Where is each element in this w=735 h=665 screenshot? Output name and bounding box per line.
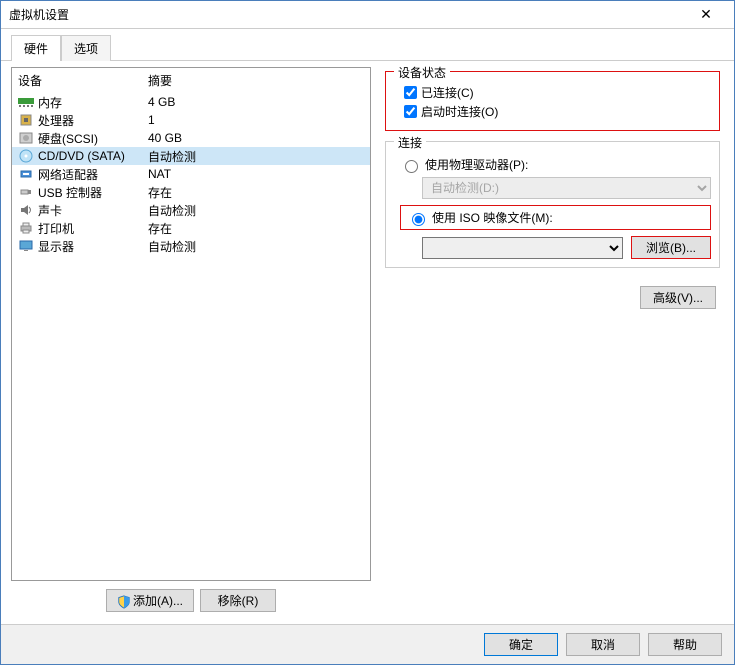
- use-physical-radio[interactable]: [405, 160, 418, 173]
- connect-on-start-label: 启动时连接(O): [421, 103, 498, 120]
- device-name: 打印机: [38, 220, 148, 237]
- use-physical-radio-row[interactable]: 使用物理驱动器(P):: [400, 156, 711, 173]
- browse-button[interactable]: 浏览(B)...: [631, 236, 711, 259]
- device-row[interactable]: CD/DVD (SATA)自动检测: [12, 147, 370, 165]
- connection-group: 连接 使用物理驱动器(P): 自动检测(D:) 使用 ISO 映像文件(M):: [385, 141, 720, 268]
- device-summary: 自动检测: [148, 202, 364, 219]
- device-state-group: 设备状态 已连接(C) 启动时连接(O): [385, 71, 720, 131]
- device-name: 硬盘(SCSI): [38, 130, 148, 147]
- memory-icon: [18, 94, 34, 110]
- device-summary: 自动检测: [148, 148, 364, 165]
- header-summary: 摘要: [148, 72, 172, 89]
- tab-hardware[interactable]: 硬件: [11, 35, 61, 61]
- device-name: 显示器: [38, 238, 148, 255]
- device-name: 声卡: [38, 202, 148, 219]
- iso-file-row: 浏览(B)...: [422, 236, 711, 259]
- iso-file-combo[interactable]: [422, 237, 623, 259]
- device-row[interactable]: 显示器自动检测: [12, 237, 370, 255]
- remove-button-label: 移除(R): [218, 594, 259, 608]
- device-summary: NAT: [148, 167, 364, 181]
- vm-settings-window: 虚拟机设置 ✕ 硬件 选项 设备 摘要 内存4 GB处理器1硬盘(SCSI)40…: [0, 0, 735, 665]
- use-iso-label: 使用 ISO 映像文件(M):: [432, 209, 553, 226]
- hardware-left-pane: 设备 摘要 内存4 GB处理器1硬盘(SCSI)40 GBCD/DVD (SAT…: [11, 67, 371, 616]
- cancel-button-label: 取消: [591, 638, 615, 652]
- advanced-button[interactable]: 高级(V)...: [640, 286, 716, 309]
- tab-content: 设备 摘要 内存4 GB处理器1硬盘(SCSI)40 GBCD/DVD (SAT…: [1, 60, 734, 624]
- help-button-label: 帮助: [673, 638, 697, 652]
- device-row[interactable]: 打印机存在: [12, 219, 370, 237]
- hardware-right-pane: 设备状态 已连接(C) 启动时连接(O) 连接 使用物理驱动器(P):: [381, 67, 724, 616]
- net-icon: [18, 166, 34, 182]
- device-row[interactable]: 内存4 GB: [12, 93, 370, 111]
- browse-button-label: 浏览(B)...: [646, 241, 696, 255]
- device-summary: 存在: [148, 220, 364, 237]
- device-row[interactable]: 网络适配器NAT: [12, 165, 370, 183]
- device-name: 网络适配器: [38, 166, 148, 183]
- use-physical-label: 使用物理驱动器(P):: [425, 156, 528, 173]
- dialog-button-bar: 确定 取消 帮助: [1, 624, 734, 664]
- advanced-button-label: 高级(V)...: [653, 291, 703, 305]
- device-row[interactable]: 声卡自动检测: [12, 201, 370, 219]
- use-iso-radio[interactable]: [412, 213, 425, 226]
- connected-checkbox-row[interactable]: 已连接(C): [404, 84, 711, 101]
- connection-legend: 连接: [394, 134, 426, 151]
- cpu-icon: [18, 112, 34, 128]
- close-icon[interactable]: ✕: [686, 6, 726, 23]
- connected-label: 已连接(C): [421, 84, 474, 101]
- physical-drive-select[interactable]: 自动检测(D:): [422, 177, 711, 199]
- device-row[interactable]: USB 控制器存在: [12, 183, 370, 201]
- ok-button[interactable]: 确定: [484, 633, 558, 656]
- device-list-header: 设备 摘要: [12, 68, 370, 93]
- add-button-label: 添加(A)...: [133, 594, 183, 608]
- display-icon: [18, 238, 34, 254]
- device-row[interactable]: 硬盘(SCSI)40 GB: [12, 129, 370, 147]
- titlebar: 虚拟机设置 ✕: [1, 1, 734, 29]
- left-button-row: 添加(A)... 移除(R): [11, 581, 371, 616]
- device-summary: 1: [148, 113, 364, 127]
- device-state-legend: 设备状态: [394, 64, 450, 81]
- cancel-button[interactable]: 取消: [566, 633, 640, 656]
- shield-icon: [117, 595, 131, 609]
- disk-icon: [18, 130, 34, 146]
- device-name: 内存: [38, 94, 148, 111]
- tab-strip: 硬件 选项: [1, 29, 734, 61]
- cd-icon: [18, 148, 34, 164]
- device-name: 处理器: [38, 112, 148, 129]
- header-device: 设备: [18, 72, 148, 89]
- connect-on-start-row[interactable]: 启动时连接(O): [404, 103, 711, 120]
- device-row[interactable]: 处理器1: [12, 111, 370, 129]
- remove-button[interactable]: 移除(R): [200, 589, 276, 612]
- ok-button-label: 确定: [509, 638, 533, 652]
- printer-icon: [18, 220, 34, 236]
- physical-drive-select-wrap: 自动检测(D:): [422, 177, 711, 199]
- tab-options[interactable]: 选项: [61, 35, 111, 61]
- device-name: CD/DVD (SATA): [38, 149, 148, 163]
- device-summary: 40 GB: [148, 131, 364, 145]
- add-button[interactable]: 添加(A)...: [106, 589, 194, 612]
- connected-checkbox[interactable]: [404, 86, 417, 99]
- window-title: 虚拟机设置: [9, 6, 686, 23]
- use-iso-radio-row[interactable]: 使用 ISO 映像文件(M):: [400, 205, 711, 230]
- device-summary: 自动检测: [148, 238, 364, 255]
- tab-separator: [111, 35, 724, 61]
- advanced-row: 高级(V)...: [385, 278, 720, 309]
- device-name: USB 控制器: [38, 184, 148, 201]
- connect-on-start-checkbox[interactable]: [404, 105, 417, 118]
- help-button[interactable]: 帮助: [648, 633, 722, 656]
- sound-icon: [18, 202, 34, 218]
- device-summary: 4 GB: [148, 95, 364, 109]
- usb-icon: [18, 184, 34, 200]
- device-summary: 存在: [148, 184, 364, 201]
- device-list: 设备 摘要 内存4 GB处理器1硬盘(SCSI)40 GBCD/DVD (SAT…: [11, 67, 371, 581]
